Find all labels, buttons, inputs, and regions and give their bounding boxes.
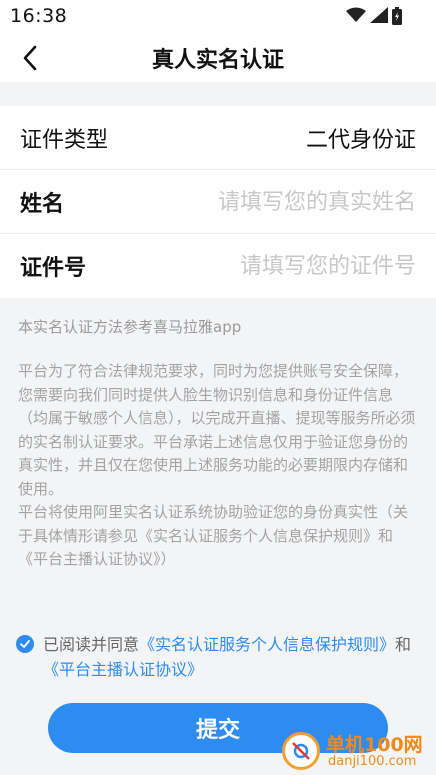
watermark: 单机100网 danji100.com	[282, 730, 432, 772]
verification-form: 证件类型 二代身份证 姓名 证件号	[0, 106, 436, 298]
nav-bar: 真人实名认证	[0, 34, 436, 82]
status-bar: 16:38	[0, 0, 436, 34]
watermark-logo-icon	[282, 732, 320, 770]
agreement-connector: 和	[395, 635, 412, 654]
id-number-row: 证件号	[0, 234, 436, 298]
status-time: 16:38	[10, 5, 68, 27]
name-row: 姓名	[0, 170, 436, 234]
policy-text: 平台为了符合法律规范要求，同时为您提供账号安全保障，您需要向我们同时提供人脸生物…	[18, 362, 416, 568]
id-type-row[interactable]: 证件类型 二代身份证	[0, 106, 436, 170]
privacy-rules-link[interactable]: 《实名认证服务个人信息保护规则》	[139, 635, 395, 654]
checkmark-icon	[20, 640, 30, 648]
id-type-label: 证件类型	[20, 128, 109, 153]
agreement: 已阅读并同意《实名认证服务个人信息保护规则》和《平台主播认证协议》	[16, 632, 420, 682]
name-input[interactable]	[156, 184, 416, 220]
wifi-icon	[346, 7, 366, 22]
watermark-url: danji100.com	[328, 754, 417, 769]
signal-icon	[370, 7, 388, 23]
id-number-input[interactable]	[156, 248, 416, 284]
agreement-prefix: 已阅读并同意	[43, 635, 140, 654]
id-type-value[interactable]: 二代身份证	[306, 122, 416, 154]
name-label: 姓名	[20, 192, 65, 217]
streamer-agreement-link[interactable]: 《平台主播认证协议》	[43, 660, 203, 679]
page-title: 真人实名认证	[151, 48, 284, 73]
id-number-label: 证件号	[20, 256, 87, 281]
battery-icon	[392, 7, 402, 25]
agreement-checkbox[interactable]	[16, 635, 34, 653]
watermark-title: 单机100网	[326, 734, 423, 756]
method-note: 本实名认证方法参考喜马拉雅app	[18, 318, 242, 336]
status-icons	[346, 7, 406, 25]
agreement-text: 已阅读并同意《实名认证服务个人信息保护规则》和《平台主播认证协议》	[43, 632, 420, 682]
